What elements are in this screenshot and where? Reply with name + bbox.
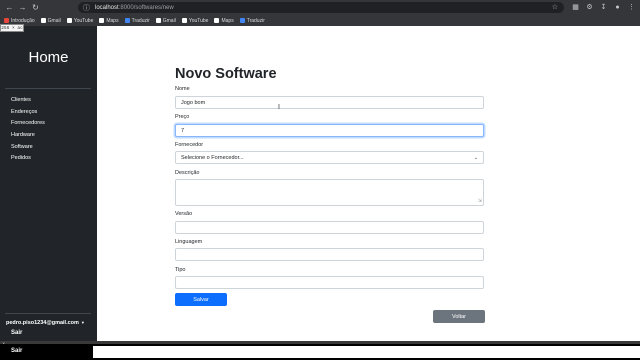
nome-label: Nome [175,86,190,92]
bookmark-item[interactable]: YouTube [66,17,94,24]
back-button[interactable]: Voltar [433,310,485,323]
nome-value: Jogo bom [181,99,206,106]
bookmark-label: Maps [221,17,234,24]
linguagem-input[interactable] [175,248,484,261]
favicon-icon [214,18,220,23]
browser-chrome: ← → ↻ ⓘ localhost :8000/softwares/new ☆ … [0,0,640,26]
sidebar-divider [5,313,91,314]
page-title: Novo Software [175,66,277,82]
url-path: :8000/softwares/new [118,4,174,11]
bookmark-item[interactable]: YouTube [181,17,209,24]
sidebar-item-software[interactable]: Software [11,144,45,156]
save-button[interactable]: Salvar [175,293,227,306]
bookmark-label: Traduzir [246,17,265,24]
versao-input[interactable] [175,221,484,234]
sidebar-divider [5,88,91,89]
versao-label: Versão [175,211,193,217]
favicon-icon [4,18,9,23]
sidebar-item-clientes[interactable]: Clientes [11,97,45,109]
bottom-input-field[interactable] [93,346,640,358]
download-icon[interactable]: ↧ [598,1,609,13]
favicon-icon [99,18,105,23]
text-cursor-icon: I [278,104,280,111]
favicon-icon [181,18,187,23]
extension-icon[interactable]: ⚙ [584,1,595,13]
bookmark-item[interactable]: Maps [99,17,119,24]
sidebar-item-enderecos[interactable]: Endereços [11,109,45,121]
logout-link[interactable]: Sair [11,348,22,354]
logout-area: Sair [0,326,97,342]
bookmark-label: Introdução [11,17,35,24]
site-info-icon[interactable]: ⓘ [83,3,92,13]
toolbar-actions: ▦ ⚙ ↧ ● ⋮ [570,1,637,13]
zoom-overlay: 256 × ac [0,24,24,32]
bookmark-label: Traduzir [131,17,150,24]
menu-icon[interactable]: ⋮ [626,1,637,13]
brand-home-link[interactable]: Home [0,49,97,66]
logout-link[interactable]: Sair [11,330,22,336]
bookmarks-bar: Introdução Gmail YouTube Maps Traduzir G… [0,15,640,26]
sidebar-item-hardware[interactable]: Hardware [11,132,45,144]
sidebar-item-pedidos[interactable]: Pedidos [11,155,45,167]
tipo-input[interactable] [175,276,484,289]
bookmark-item[interactable]: Traduzir [124,17,150,24]
bookmark-label: Gmail [47,17,61,24]
main-content: Novo Software Nome Jogo bom I Preço 7 Fo… [97,26,640,344]
bookmark-star-icon[interactable]: ☆ [552,2,558,13]
address-bar[interactable]: ⓘ localhost :8000/softwares/new ☆ [78,2,564,13]
url-host: localhost [95,4,119,11]
bookmark-label: YouTube [73,17,94,24]
bookmark-label: Gmail [162,17,176,24]
bookmark-item[interactable]: Gmail [155,17,176,24]
sidebar-nav: Clientes Endereços Fornecedores Hardware… [11,97,45,167]
nome-input[interactable]: Jogo bom [175,96,484,109]
bookmark-item[interactable]: Gmail [40,17,61,24]
back-arrow-icon[interactable]: ← [3,1,16,14]
sidebar: Home Clientes Endereços Fornecedores Har… [0,26,97,344]
reload-icon[interactable]: ↻ [29,1,42,14]
resize-handle-icon[interactable]: ⇲ [478,199,482,204]
forward-arrow-icon[interactable]: → [16,1,29,14]
preco-label: Preço [175,114,190,120]
preco-value: 7 [181,127,185,134]
fornecedor-value: Selecione o Fornecedor... [181,154,244,161]
bookmark-item[interactable]: Introdução [4,18,35,24]
bookmark-label: Maps [106,17,119,24]
descricao-textarea[interactable]: ⇲ [175,179,484,206]
descricao-label: Descrição [175,170,200,176]
fornecedor-label: Fornecedor [175,142,204,148]
chevron-down-icon: ⌄ [473,154,478,161]
sidebar-item-fornecedores[interactable]: Fornecedores [11,120,45,132]
linguagem-label: Linguagem [175,239,203,245]
caret-down-icon: ▼ [80,320,85,326]
profile-icon[interactable]: ● [612,1,623,13]
favicon-icon [124,18,130,23]
favicon-icon [40,18,46,23]
bookmark-item[interactable]: Maps [214,17,234,24]
favicon-icon [239,18,245,23]
tipo-label: Tipo [175,267,186,273]
browser-toolbar: ← → ↻ ⓘ localhost :8000/softwares/new ☆ … [0,0,640,15]
bookmark-label: YouTube [188,17,209,24]
preco-input[interactable]: 7 [175,124,484,137]
favicon-icon [155,18,161,23]
bookmark-item[interactable]: Traduzir [239,17,265,24]
fornecedor-select[interactable]: Selecione o Fornecedor... ⌄ [175,151,484,164]
favicon-icon [66,18,72,23]
extension-icon[interactable]: ▦ [570,1,581,13]
